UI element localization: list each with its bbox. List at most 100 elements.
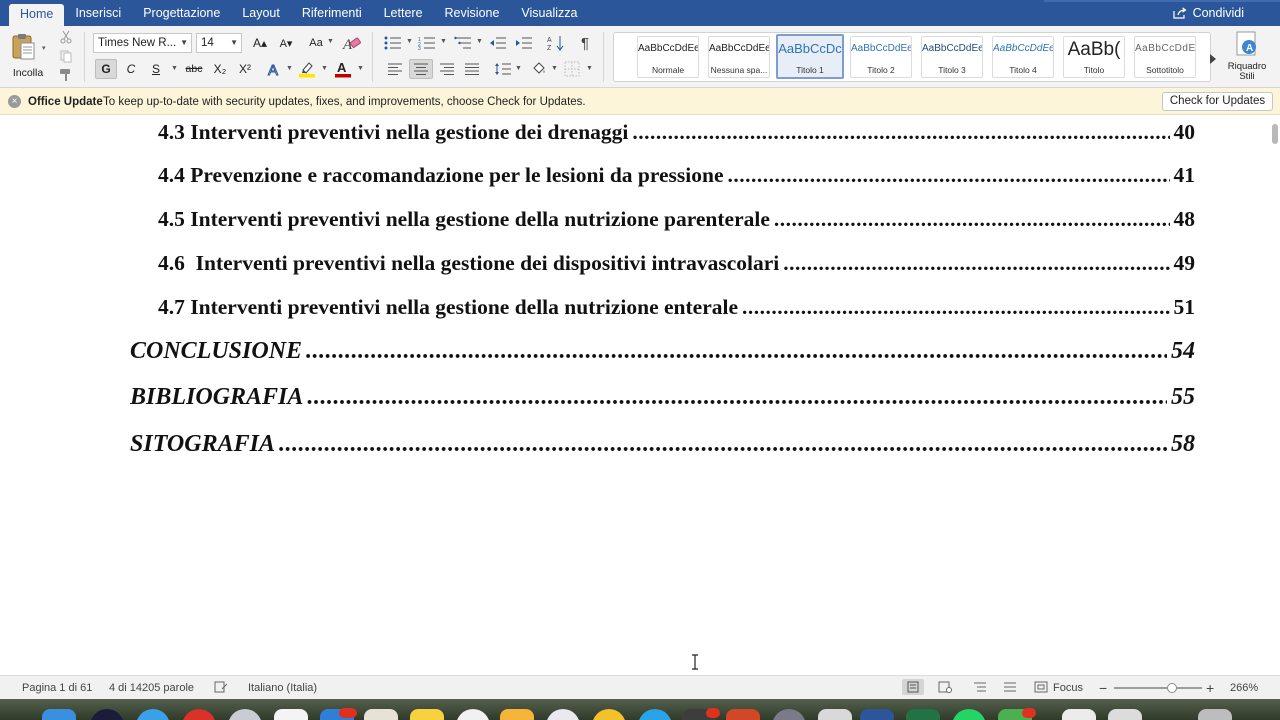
style-titolo-3[interactable]: AaBbCcDdEe Titolo 3 bbox=[921, 36, 983, 78]
numbering-button[interactable]: 123 bbox=[416, 33, 438, 53]
trash-dock-icon[interactable] bbox=[1198, 709, 1232, 720]
word-count[interactable]: 4 di 14205 parole bbox=[109, 682, 194, 694]
strikethrough-button[interactable]: abc bbox=[182, 59, 206, 79]
toc-entry[interactable]: CONCLUSIONE ............................… bbox=[130, 338, 1195, 370]
excel-dock-icon[interactable] bbox=[906, 709, 940, 720]
app-dock-icon[interactable] bbox=[1108, 709, 1142, 720]
decrease-indent-button[interactable] bbox=[487, 33, 509, 53]
borders-button[interactable] bbox=[561, 59, 583, 79]
tab-layout[interactable]: Layout bbox=[231, 0, 291, 26]
share-button[interactable]: Condividi bbox=[1172, 0, 1244, 26]
check-for-updates-button[interactable]: Check for Updates bbox=[1162, 92, 1273, 111]
gallery-next-icon[interactable] bbox=[1208, 53, 1218, 65]
tab-progettazione[interactable]: Progettazione bbox=[132, 0, 231, 26]
justify-button[interactable] bbox=[461, 59, 483, 79]
toc-entry[interactable]: 4.6 Interventi preventivi nella gestione… bbox=[158, 251, 1195, 279]
calendar-dock-icon[interactable] bbox=[274, 709, 308, 720]
zoom-slider[interactable] bbox=[1114, 687, 1202, 689]
finder-dock-icon[interactable] bbox=[42, 709, 76, 720]
align-left-button[interactable] bbox=[384, 59, 406, 79]
format-painter-button[interactable] bbox=[58, 67, 74, 83]
style-sottotitolo[interactable]: AaBbCcDdEe Sottotitolo bbox=[1134, 36, 1196, 78]
toc-entry[interactable]: 4.4 Prevenzione e raccomandazione per le… bbox=[158, 163, 1195, 191]
powerpoint-dock-icon[interactable] bbox=[726, 709, 760, 720]
app-store-dock-icon[interactable] bbox=[638, 709, 672, 720]
scrollbar-thumb[interactable] bbox=[1272, 124, 1278, 144]
zoom-out-button[interactable]: − bbox=[1099, 680, 1107, 696]
align-right-button[interactable] bbox=[436, 59, 458, 79]
app-dock-icon[interactable] bbox=[772, 709, 806, 720]
superscript-button[interactable]: X² bbox=[234, 59, 256, 79]
language[interactable]: Italiano (Italia) bbox=[248, 682, 317, 694]
stickies-dock-icon[interactable] bbox=[500, 709, 534, 720]
line-spacing-button[interactable] bbox=[492, 59, 514, 79]
clear-formatting-button[interactable]: A bbox=[340, 32, 364, 54]
web-layout-icon[interactable] bbox=[938, 681, 952, 693]
font-name-select[interactable]: Times New R... ▼ bbox=[93, 33, 192, 53]
photos-dock-icon[interactable] bbox=[456, 709, 490, 720]
proofing-icon[interactable] bbox=[214, 681, 228, 693]
page-count[interactable]: Pagina 1 di 61 bbox=[22, 682, 92, 694]
app-dock-icon[interactable] bbox=[182, 709, 216, 720]
print-layout-view-button[interactable] bbox=[902, 679, 924, 695]
outline-view-icon[interactable] bbox=[973, 681, 987, 693]
shrink-font-button[interactable]: A▾ bbox=[275, 33, 297, 53]
text-effects-button[interactable]: A bbox=[265, 59, 285, 79]
zoom-in-button[interactable]: + bbox=[1206, 680, 1214, 696]
vertical-scrollbar[interactable] bbox=[1268, 116, 1280, 675]
whatsapp-dock-icon[interactable] bbox=[952, 709, 986, 720]
app-dock-icon[interactable] bbox=[592, 709, 626, 720]
show-formatting-button[interactable]: ¶ bbox=[574, 33, 596, 53]
safari-dock-icon[interactable] bbox=[136, 709, 170, 720]
zoom-slider-handle[interactable] bbox=[1167, 683, 1177, 693]
toc-entry[interactable]: SITOGRAFIA .............................… bbox=[130, 431, 1195, 463]
style-normale[interactable]: AaBbCcDdEe Normale bbox=[637, 36, 699, 78]
contacts-dock-icon[interactable] bbox=[364, 709, 398, 720]
tab-visualizza[interactable]: Visualizza bbox=[510, 0, 588, 26]
paste-button[interactable]: ▾ Incolla bbox=[8, 30, 48, 84]
styles-pane-button[interactable]: A Riquadro Stili bbox=[1222, 30, 1272, 88]
tab-home[interactable]: Home bbox=[9, 4, 65, 26]
toc-entry[interactable]: 4.7 Interventi preventivi nella gestione… bbox=[158, 295, 1195, 323]
style-titolo-2[interactable]: AaBbCcDdEe Titolo 2 bbox=[850, 36, 912, 78]
tab-lettere[interactable]: Lettere bbox=[373, 0, 434, 26]
itunes-dock-icon[interactable] bbox=[546, 709, 580, 720]
notes-dock-icon[interactable] bbox=[410, 709, 444, 720]
focus-button[interactable]: Focus bbox=[1053, 682, 1083, 694]
app-dock-icon[interactable] bbox=[228, 709, 262, 720]
tab-inserisci[interactable]: Inserisci bbox=[64, 0, 132, 26]
document-canvas[interactable]: 4.3 Interventi preventivi nella gestione… bbox=[0, 116, 1268, 675]
increase-indent-button[interactable] bbox=[513, 33, 535, 53]
grow-font-button[interactable]: A▴ bbox=[249, 33, 271, 53]
copy-button[interactable] bbox=[58, 48, 74, 64]
highlight-button[interactable] bbox=[296, 59, 318, 79]
font-size-select[interactable]: 14 ▼ bbox=[196, 33, 242, 53]
style-titolo[interactable]: AaBb( Titolo bbox=[1063, 36, 1125, 78]
style-titolo-4[interactable]: AaBbCcDdEe Titolo 4 bbox=[992, 36, 1054, 78]
siri-dock-icon[interactable] bbox=[90, 709, 124, 720]
app-dock-icon[interactable] bbox=[1062, 709, 1096, 720]
cut-button[interactable] bbox=[58, 29, 74, 45]
toc-entry[interactable]: BIBLIOGRAFIA ...........................… bbox=[130, 384, 1195, 416]
multilevel-list-button[interactable] bbox=[452, 33, 474, 53]
toc-entry[interactable]: 4.5 Interventi preventivi nella gestione… bbox=[158, 207, 1195, 235]
change-case-button[interactable]: Aa bbox=[306, 33, 326, 53]
dismiss-update-icon[interactable]: × bbox=[8, 95, 21, 108]
zoom-level[interactable]: 266% bbox=[1230, 682, 1258, 694]
style-titolo-1[interactable]: AaBbCcDc Titolo 1 bbox=[776, 34, 844, 79]
underline-button[interactable]: S bbox=[146, 59, 166, 79]
align-center-button[interactable] bbox=[409, 59, 433, 79]
bullets-button[interactable] bbox=[382, 33, 404, 53]
word-dock-icon[interactable] bbox=[860, 709, 894, 720]
tab-riferimenti[interactable]: Riferimenti bbox=[291, 0, 373, 26]
italic-button[interactable]: C bbox=[121, 59, 141, 79]
sort-button[interactable]: AZ bbox=[545, 33, 567, 53]
bold-button[interactable]: G bbox=[95, 59, 117, 79]
draft-view-icon[interactable] bbox=[1003, 681, 1017, 693]
focus-icon[interactable] bbox=[1034, 681, 1048, 693]
toc-entry[interactable]: 4.3 Interventi preventivi nella gestione… bbox=[158, 120, 1195, 148]
tab-revisione[interactable]: Revisione bbox=[434, 0, 511, 26]
font-color-button[interactable]: A bbox=[332, 59, 354, 79]
style-nessuna-spaziatura[interactable]: AaBbCcDdEe Nessuna spa... bbox=[708, 36, 770, 78]
app-dock-icon[interactable] bbox=[818, 709, 852, 720]
